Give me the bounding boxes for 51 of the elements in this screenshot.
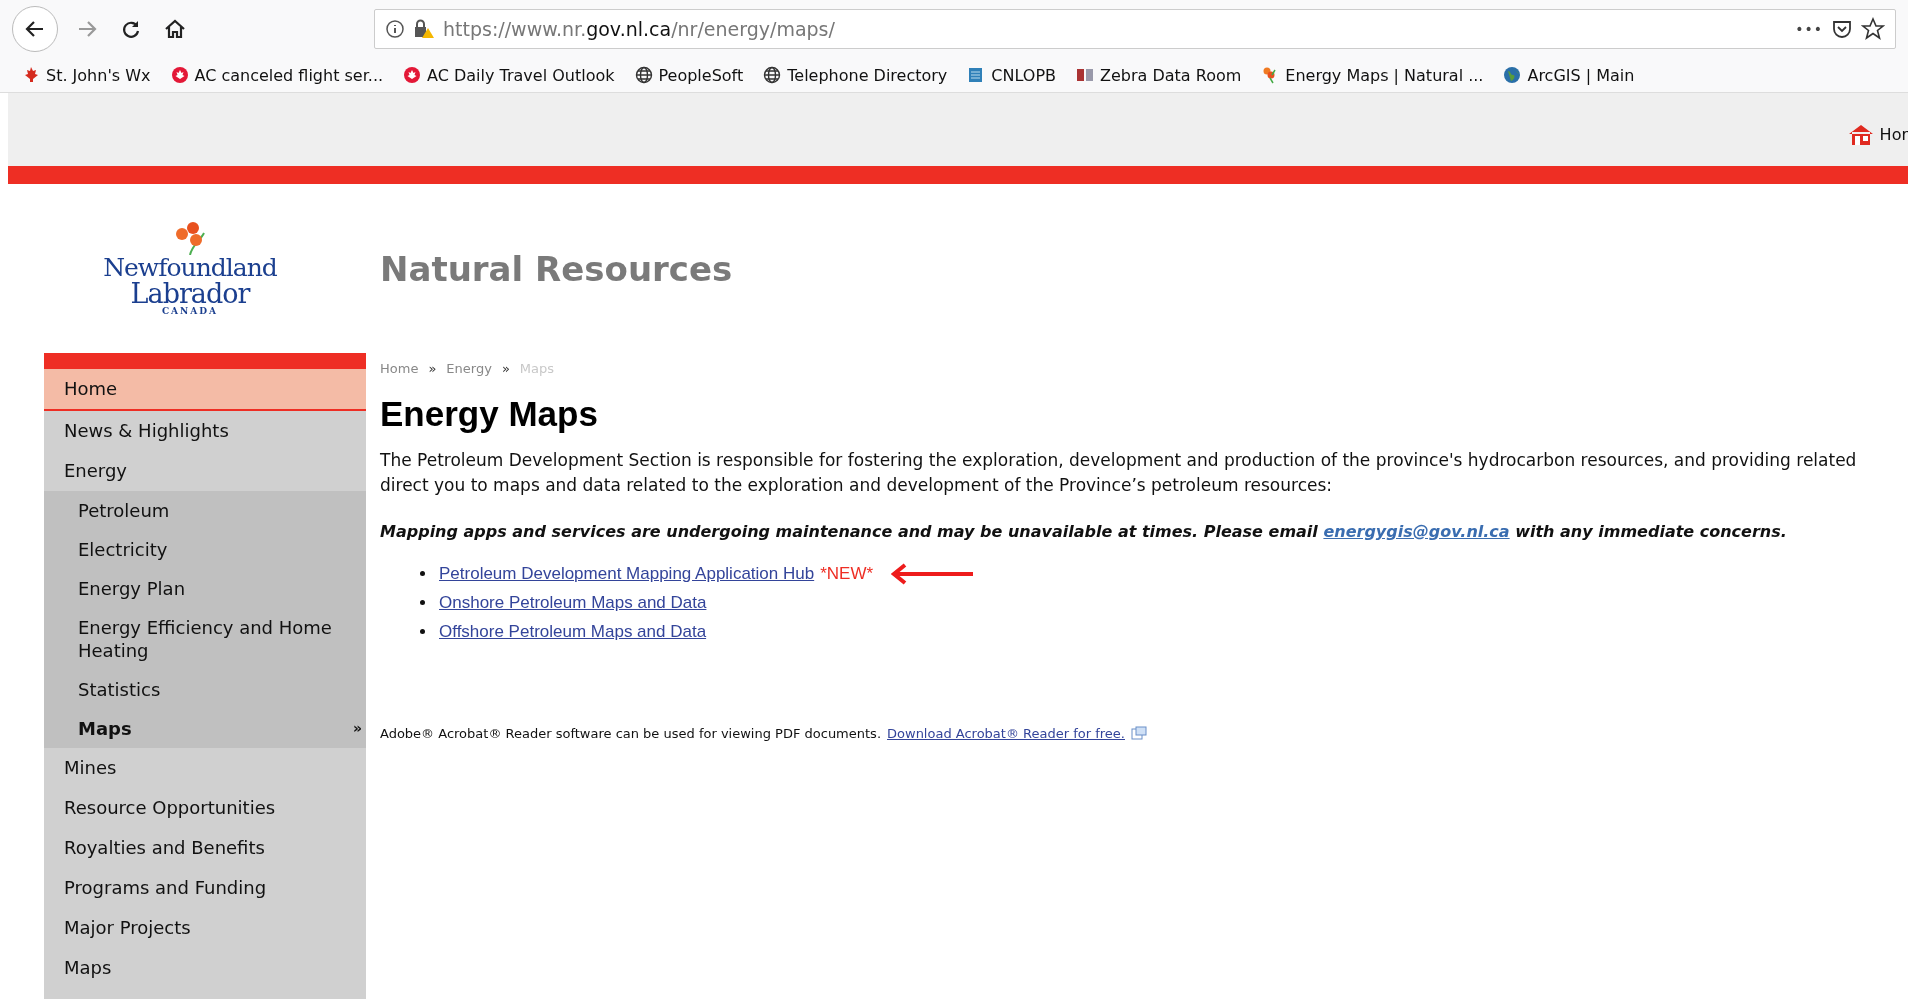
page-heading: Energy Maps (380, 394, 599, 434)
bookmark-item[interactable]: Zebra Data Room (1076, 65, 1242, 85)
info-icon (385, 19, 405, 39)
breadcrumb-link[interactable]: Energy (446, 361, 492, 376)
submenu-item[interactable]: Statistics (44, 670, 366, 709)
breadcrumb-link[interactable]: Home (380, 361, 419, 376)
footer-text: Adobe® Acrobat® Reader software can be used for viewing PDF documents. (380, 726, 882, 741)
roundel-icon (403, 66, 422, 84)
site-title: Natural Resources (380, 248, 733, 289)
bookmark-item[interactable]: CNLOPB (967, 65, 1057, 85)
bookmark-item[interactable]: ArcGIS | Main (1503, 65, 1635, 85)
pocket-icon[interactable] (1831, 18, 1853, 40)
email-link[interactable]: energygis@gov.nl.ca (1323, 522, 1510, 541)
map-link[interactable]: Offshore Petroleum Maps and Data (439, 617, 707, 646)
globe-icon (634, 66, 653, 84)
map-link[interactable]: Onshore Petroleum Maps and Data (439, 588, 707, 617)
star-icon[interactable] (1861, 17, 1885, 41)
bookmark-item[interactable]: AC canceled flight ser... (170, 65, 384, 85)
map-link[interactable]: Petroleum Development Mapping Application Hub (439, 559, 815, 588)
bookmark-item[interactable]: St. John's Wx (22, 65, 151, 85)
intro-text: The Petroleum Development Section is responsible for fostering the exploration, development and production of the province's hydrocarbon resources, and providing related (380, 449, 1858, 472)
bookmark-item[interactable]: Telephone Directory (763, 65, 948, 85)
external-link-icon (1130, 726, 1147, 740)
header-shortcut-link[interactable]: Hor (1847, 113, 1908, 146)
submenu-item[interactable]: Energy Plan (44, 569, 366, 608)
submenu-item[interactable]: Electricity (44, 530, 366, 569)
breadcrumb-separator: » (501, 361, 510, 376)
bookmark-item[interactable]: AC Daily Travel Outlook (403, 65, 615, 85)
new-label: *NEW* (820, 563, 874, 585)
notice-text: Mapping apps and services are undergoing maintenance and may be unavailable at times. Please email energygis@gov.nl.ca with any immediate concerns. (380, 522, 1788, 541)
url-text: https://www.nr.gov.nl.ca/nr/energy/maps/ (443, 18, 835, 40)
roundel-icon (170, 66, 189, 84)
house-icon (164, 18, 186, 40)
intro-text: direct you to maps and data related to the exploration and development of the Province’s petroleum resources: (380, 474, 1334, 497)
globe-icon (763, 66, 782, 84)
lock-warning-icon (413, 19, 435, 39)
address-bar[interactable]: https://www.nr.gov.nl.ca/nr/energy/maps/ ••• (374, 9, 1896, 49)
breadcrumb-separator: » (428, 361, 437, 376)
back-button[interactable] (12, 6, 58, 52)
acrobat-link[interactable]: Download Acrobat® Reader for free. (887, 726, 1125, 741)
submenu-item[interactable]: Maps » (44, 709, 366, 748)
grid-icon (1076, 66, 1095, 84)
province-logo: Newfoundland Labrador CANADA (0, 221, 380, 316)
page-actions-button[interactable]: ••• (1795, 21, 1823, 37)
bookmark-item[interactable]: PeopleSoft (634, 65, 744, 85)
globe-icon (1503, 66, 1522, 84)
submenu-item[interactable]: Petroleum (44, 491, 366, 530)
house-icon (1847, 123, 1874, 146)
bookmark-item[interactable]: Energy Maps | Natural ... (1261, 65, 1484, 85)
sidebar-item[interactable]: Home (44, 369, 366, 411)
submenu-item[interactable]: Energy Efficiency and Home Heating (44, 608, 366, 670)
